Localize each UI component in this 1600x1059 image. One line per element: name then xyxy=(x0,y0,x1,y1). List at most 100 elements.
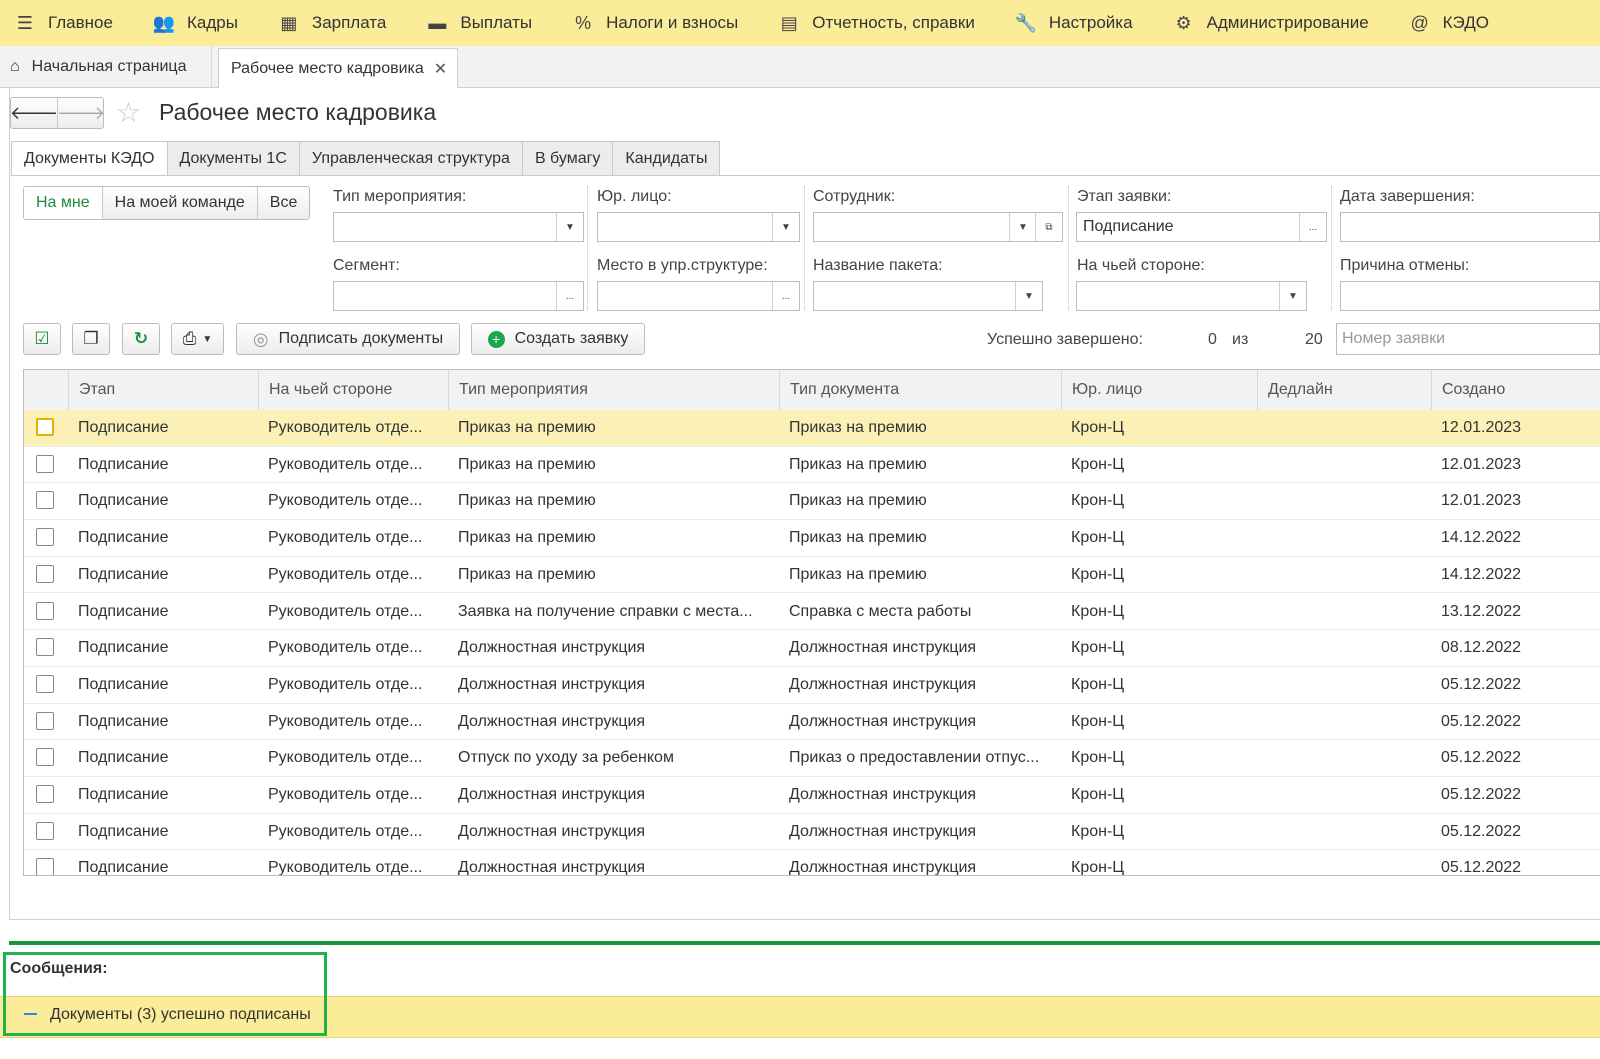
column-header[interactable]: На чьей стороне xyxy=(258,370,448,410)
table-row[interactable]: Подписание Руководитель отде... Приказ на … xyxy=(24,410,1600,447)
menu-item-1[interactable]: 👥 Кадры xyxy=(139,0,238,46)
chevron-down-icon[interactable]: ▼ xyxy=(556,213,583,241)
print-button[interactable]: ⎙ ▼ xyxy=(171,323,224,355)
legal-entity-field[interactable]: ▼ xyxy=(597,212,800,242)
reports-icon: ▤ xyxy=(780,12,798,33)
column-header[interactable]: Этап xyxy=(68,370,258,410)
table-cell: Подписание xyxy=(78,419,169,436)
top-menu: ☰ Главное 👥 Кадры ▦ Зарплата ▬ Выплаты % Налоги и… xyxy=(0,0,1600,47)
percent-icon: % xyxy=(575,12,592,33)
table-row[interactable]: Подписание Руководитель отде... Заявка на … xyxy=(24,594,1600,631)
table-cell xyxy=(1257,740,1431,776)
filter-segment-0[interactable]: На мне xyxy=(24,187,102,219)
checkbox-column-header xyxy=(24,370,68,410)
favorite-star-icon[interactable]: ☆ xyxy=(116,96,141,129)
select-dots-icon[interactable]: ... xyxy=(1299,213,1326,241)
chevron-down-icon[interactable]: ▼ xyxy=(1015,282,1042,310)
filter-segment-1[interactable]: На моей команде xyxy=(101,187,257,219)
row-checkbox[interactable] xyxy=(36,564,54,583)
table-row[interactable]: Подписание Руководитель отде... Должностна… xyxy=(24,667,1600,704)
back-arrow-icon[interactable]: 🡐 xyxy=(10,98,58,128)
menu-item-6[interactable]: 🔧 Настройка xyxy=(1001,0,1133,46)
menu-item-5[interactable]: ▤ Отчетность, справки xyxy=(764,0,975,46)
chevron-down-icon[interactable]: ▼ xyxy=(1009,213,1036,241)
row-checkbox[interactable] xyxy=(36,638,54,657)
column-header[interactable]: Создано xyxy=(1431,370,1600,410)
table-row[interactable]: Подписание Руководитель отде... Отпуск по … xyxy=(24,740,1600,777)
filter-segment-2[interactable]: Все xyxy=(256,187,310,219)
row-checkbox[interactable] xyxy=(36,785,54,803)
sign-documents-button[interactable]: ◎ Подписать документы xyxy=(236,323,460,355)
table-cell xyxy=(1257,667,1431,703)
chevron-down-icon[interactable]: ▼ xyxy=(772,213,799,241)
mgmt-place-field[interactable]: ... xyxy=(597,281,800,311)
menu-item-label: Зарплата xyxy=(311,13,387,32)
table-cell: Приказ на премию xyxy=(458,419,596,436)
table-cell: Подписание xyxy=(78,786,169,803)
side-field[interactable]: ▼ xyxy=(1076,281,1307,311)
table-cell: Должностная инструкция xyxy=(458,675,646,693)
employee-field[interactable]: ▼ ⧉ xyxy=(813,212,1063,242)
open-icon[interactable]: ⧉ xyxy=(1035,213,1062,241)
event-type-field[interactable]: ▼ xyxy=(333,212,584,242)
table-row[interactable]: Подписание Руководитель отде... Должностна… xyxy=(24,630,1600,667)
package-field[interactable]: ▼ xyxy=(813,281,1043,311)
table-row[interactable]: Подписание Руководитель отде... Должностна… xyxy=(24,704,1600,741)
table-row[interactable]: Подписание Руководитель отде... Должностна… xyxy=(24,777,1600,814)
total-count: 20 xyxy=(1305,331,1323,348)
table-row[interactable]: Подписание Руководитель отде... Должностна… xyxy=(24,850,1600,875)
menu-item-3[interactable]: ▬ Выплаты xyxy=(412,0,532,46)
row-checkbox[interactable] xyxy=(36,454,54,473)
table-row[interactable]: Подписание Руководитель отде... Приказ на … xyxy=(24,483,1600,521)
row-checkbox[interactable] xyxy=(36,491,54,510)
menu-item-8[interactable]: @ КЭДО xyxy=(1395,0,1489,46)
chevron-down-icon[interactable]: ▼ xyxy=(1279,282,1306,310)
tab-home[interactable]: ⌂ Начальная страница xyxy=(0,46,212,87)
menu-item-4[interactable]: % Налоги и взносы xyxy=(558,0,738,46)
table-cell: Подписание xyxy=(78,639,169,657)
check-all-button[interactable]: ☑ xyxy=(23,323,61,355)
row-checkbox[interactable] xyxy=(36,748,54,767)
messages-divider[interactable] xyxy=(9,941,1600,945)
table-cell: Приказ на премию xyxy=(789,529,927,547)
column-header[interactable]: Тип документа xyxy=(779,370,1061,410)
section-tab-4[interactable]: Кандидаты xyxy=(613,141,721,176)
select-dots-icon[interactable]: ... xyxy=(556,282,583,310)
create-request-button[interactable]: + Создать заявку xyxy=(471,323,645,355)
tab-hr-workplace[interactable]: Рабочее место кадровика ✕ xyxy=(218,48,458,88)
section-tab-1[interactable]: Документы 1С xyxy=(167,141,300,176)
section-tab-3[interactable]: В бумагу xyxy=(522,141,614,176)
segment-field[interactable]: ... xyxy=(333,281,584,311)
end-date-field[interactable] xyxy=(1340,212,1600,242)
table-cell: Справка с места работы xyxy=(789,602,972,620)
menu-item-7[interactable]: ⚙ Администрирование xyxy=(1159,0,1369,46)
row-checkbox[interactable] xyxy=(36,601,54,620)
menu-item-2[interactable]: ▦ Зарплата xyxy=(264,0,386,46)
table-row[interactable]: Подписание Руководитель отде... Приказ на … xyxy=(24,520,1600,557)
refresh-button[interactable]: ↻ xyxy=(122,323,160,355)
cancel-reason-field[interactable] xyxy=(1340,281,1600,311)
stage-field[interactable]: Подписание... xyxy=(1076,212,1327,242)
forward-arrow-icon[interactable]: 🡒 xyxy=(57,98,105,128)
row-checkbox[interactable] xyxy=(36,711,54,730)
row-checkbox[interactable] xyxy=(36,821,54,840)
select-dots-icon[interactable]: ... xyxy=(772,282,799,310)
copy-button[interactable]: ❐ xyxy=(72,323,110,355)
row-checkbox[interactable] xyxy=(36,528,54,547)
menu-item-label: Администрирование xyxy=(1206,13,1369,32)
row-checkbox[interactable] xyxy=(36,674,54,693)
table-row[interactable]: Подписание Руководитель отде... Должностна… xyxy=(24,814,1600,851)
table-cell: Крон-Ц xyxy=(1071,492,1125,510)
row-checkbox[interactable] xyxy=(36,418,54,436)
column-header[interactable]: Дедлайн xyxy=(1257,370,1431,410)
column-header[interactable]: Юр. лицо xyxy=(1061,370,1257,410)
table-row[interactable]: Подписание Руководитель отде... Приказ на … xyxy=(24,447,1600,484)
table-row[interactable]: Подписание Руководитель отде... Приказ на … xyxy=(24,557,1600,594)
section-tab-2[interactable]: Управленческая структура xyxy=(299,141,523,176)
row-checkbox[interactable] xyxy=(36,858,54,875)
request-number-search[interactable]: Номер заявки xyxy=(1336,323,1600,355)
close-icon[interactable]: ✕ xyxy=(434,59,447,79)
section-tab-0[interactable]: Документы КЭДО xyxy=(11,141,168,176)
menu-item-0[interactable]: ☰ Главное xyxy=(0,0,113,46)
column-header[interactable]: Тип мероприятия xyxy=(448,370,779,410)
